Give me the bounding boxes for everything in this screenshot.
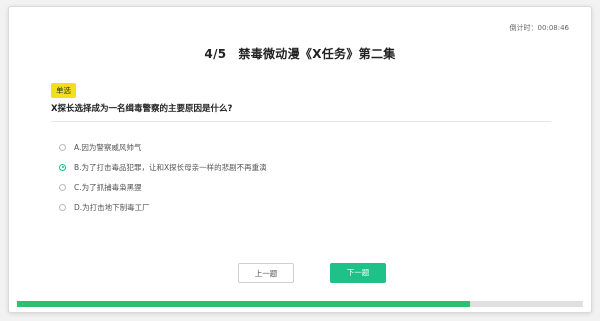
question-number: 4/5 — [204, 47, 227, 61]
quiz-title: 4/5 禁毒微动漫《X任务》第二集 — [9, 45, 591, 62]
next-question-button[interactable]: 下一题 — [330, 263, 386, 283]
option-label: B.为了打击毒品犯罪，让和X探长母亲一样的悲剧不再重演 — [74, 162, 267, 172]
option-label: D.为打击地下制毒工厂 — [74, 202, 150, 212]
question-text: X探长选择成为一名缉毒警察的主要原因是什么? — [51, 102, 551, 122]
option-c[interactable]: C.为了抓捕毒枭黑狸 — [59, 177, 267, 197]
quiz-name: 禁毒微动漫《X任务》第二集 — [238, 47, 396, 61]
radio-icon[interactable] — [59, 143, 66, 151]
progress-fill — [17, 301, 470, 307]
option-label: A.因为警察威风帅气 — [74, 142, 142, 152]
radio-checked-icon[interactable] — [59, 163, 66, 171]
progress-bar — [17, 301, 583, 307]
answer-options: A.因为警察威风帅气 B.为了打击毒品犯罪，让和X探长母亲一样的悲剧不再重演 C… — [59, 137, 267, 217]
quiz-card: 倒计时：00:08:46 4/5 禁毒微动漫《X任务》第二集 单选 X探长选择成为… — [8, 6, 592, 313]
previous-question-button[interactable]: 上一题 — [238, 263, 294, 283]
radio-icon[interactable] — [59, 183, 66, 191]
radio-icon[interactable] — [59, 203, 66, 211]
option-label: C.为了抓捕毒枭黑狸 — [74, 182, 142, 192]
countdown-timer: 倒计时：00:08:46 — [510, 23, 569, 33]
option-b[interactable]: B.为了打击毒品犯罪，让和X探长母亲一样的悲剧不再重演 — [59, 157, 267, 177]
timer-value: 00:08:46 — [537, 24, 569, 32]
question-type-badge: 单选 — [51, 83, 76, 98]
option-a[interactable]: A.因为警察威风帅气 — [59, 137, 267, 157]
option-d[interactable]: D.为打击地下制毒工厂 — [59, 197, 267, 217]
timer-label: 倒计时： — [509, 24, 538, 32]
